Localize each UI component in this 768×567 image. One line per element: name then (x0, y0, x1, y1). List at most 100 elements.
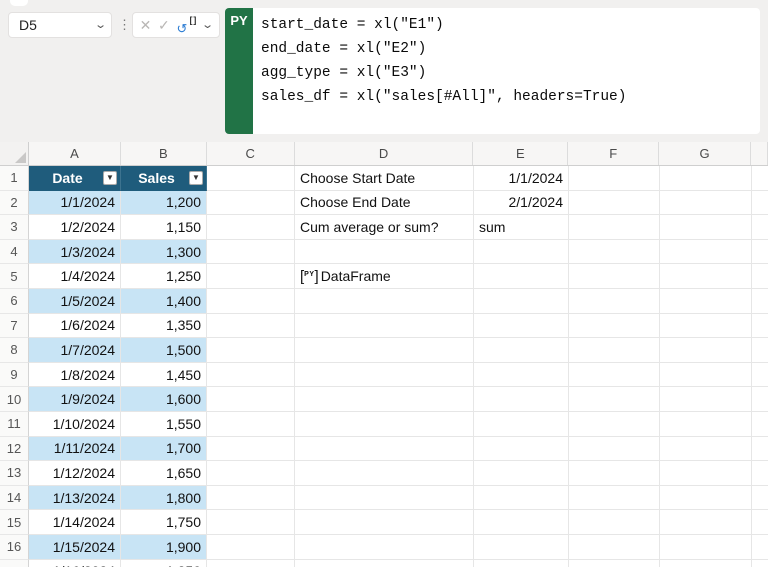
cell-G16[interactable] (660, 535, 752, 560)
cell-C9[interactable] (207, 363, 295, 388)
cell-H8[interactable] (752, 338, 768, 363)
cell-H5[interactable] (752, 264, 768, 289)
cell-H11[interactable] (752, 412, 768, 437)
cell-D14[interactable] (295, 486, 474, 511)
cell-D8[interactable] (295, 338, 474, 363)
cell-E10[interactable] (474, 387, 569, 412)
cell-D11[interactable] (295, 412, 474, 437)
cell-A9[interactable]: 1/8/2024 (29, 363, 121, 388)
table-header-date[interactable]: Date▼ (29, 166, 121, 191)
cell-F4[interactable] (569, 240, 660, 265)
cell-H4[interactable] (752, 240, 768, 265)
chevron-down-icon[interactable]: ⌄ (201, 20, 214, 31)
cell-A8[interactable]: 1/7/2024 (29, 338, 121, 363)
cell-A12[interactable]: 1/11/2024 (29, 437, 121, 462)
cell-G13[interactable] (660, 461, 752, 486)
cancel-icon[interactable]: ✕ (140, 18, 152, 32)
row-header-4[interactable]: 4 (0, 240, 29, 265)
cell-C14[interactable] (207, 486, 295, 511)
formula-code-editor[interactable]: start_date = xl("E1") end_date = xl("E2"… (253, 8, 760, 134)
row-header-2[interactable]: 2 (0, 191, 29, 216)
enter-icon[interactable]: ✓ (158, 18, 170, 32)
row-header-7[interactable]: 7 (0, 314, 29, 339)
date-filter-button[interactable]: ▼ (103, 171, 117, 185)
cell-C5[interactable] (207, 264, 295, 289)
cell-C7[interactable] (207, 314, 295, 339)
cell-D17[interactable] (295, 560, 474, 567)
chevron-down-icon[interactable]: ⌄ (94, 20, 107, 31)
insert-python-object-icon[interactable]: ↺ [] (176, 16, 196, 34)
cell-F16[interactable] (569, 535, 660, 560)
cell-E11[interactable] (474, 412, 569, 437)
cell-E15[interactable] (474, 510, 569, 535)
cell-G11[interactable] (660, 412, 752, 437)
cell-H16[interactable] (752, 535, 768, 560)
cell-F11[interactable] (569, 412, 660, 437)
cell-D16[interactable] (295, 535, 474, 560)
cell-E6[interactable] (474, 289, 569, 314)
select-all-corner[interactable] (0, 142, 29, 165)
cell-E17[interactable] (474, 560, 569, 567)
cell-B17[interactable]: 1,850 (121, 560, 207, 567)
cell-E3[interactable]: sum (474, 215, 569, 240)
row-header-10[interactable]: 10 (0, 387, 29, 412)
sales-filter-button[interactable]: ▼ (189, 171, 203, 185)
cell-B13[interactable]: 1,650 (121, 461, 207, 486)
cell-G6[interactable] (660, 289, 752, 314)
cell-H12[interactable] (752, 437, 768, 462)
row-header-9[interactable]: 9 (0, 363, 29, 388)
cell-B3[interactable]: 1,150 (121, 215, 207, 240)
row-header-12[interactable]: 12 (0, 437, 29, 462)
cell-D3[interactable]: Cum average or sum? (295, 215, 474, 240)
cell-H15[interactable] (752, 510, 768, 535)
cell-B9[interactable]: 1,450 (121, 363, 207, 388)
column-header-C[interactable]: C (207, 142, 295, 165)
cell-A10[interactable]: 1/9/2024 (29, 387, 121, 412)
cell-F8[interactable] (569, 338, 660, 363)
table-header-sales[interactable]: Sales▼ (121, 166, 207, 191)
cell-F13[interactable] (569, 461, 660, 486)
cell-B2[interactable]: 1,200 (121, 191, 207, 216)
cell-E1[interactable]: 1/1/2024 (474, 166, 569, 191)
cell-C4[interactable] (207, 240, 295, 265)
column-header-A[interactable]: A (29, 142, 121, 165)
column-header-F[interactable]: F (568, 142, 659, 165)
cell-E16[interactable] (474, 535, 569, 560)
cell-D1[interactable]: Choose Start Date (295, 166, 474, 191)
cell-F15[interactable] (569, 510, 660, 535)
cell-F9[interactable] (569, 363, 660, 388)
cell-F5[interactable] (569, 264, 660, 289)
cell-D6[interactable] (295, 289, 474, 314)
cell-A7[interactable]: 1/6/2024 (29, 314, 121, 339)
cell-H13[interactable] (752, 461, 768, 486)
cell-H17[interactable] (752, 560, 768, 567)
cell-H3[interactable] (752, 215, 768, 240)
cell-G12[interactable] (660, 437, 752, 462)
cell-C11[interactable] (207, 412, 295, 437)
cell-D13[interactable] (295, 461, 474, 486)
cell-G17[interactable] (660, 560, 752, 567)
column-header-G[interactable]: G (659, 142, 751, 165)
cell-H14[interactable] (752, 486, 768, 511)
cell-D7[interactable] (295, 314, 474, 339)
cell-B16[interactable]: 1,900 (121, 535, 207, 560)
cell-A13[interactable]: 1/12/2024 (29, 461, 121, 486)
cell-B7[interactable]: 1,350 (121, 314, 207, 339)
cell-F17[interactable] (569, 560, 660, 567)
cell-H10[interactable] (752, 387, 768, 412)
column-header-B[interactable]: B (121, 142, 207, 165)
cell-E12[interactable] (474, 437, 569, 462)
cell-B5[interactable]: 1,250 (121, 264, 207, 289)
row-header-14[interactable]: 14 (0, 486, 29, 511)
column-header-E[interactable]: E (473, 142, 568, 165)
cell-H9[interactable] (752, 363, 768, 388)
cell-C6[interactable] (207, 289, 295, 314)
cell-G1[interactable] (660, 166, 752, 191)
column-header-partial[interactable] (751, 142, 768, 165)
cell-D2[interactable]: Choose End Date (295, 191, 474, 216)
cell-C13[interactable] (207, 461, 295, 486)
cell-B12[interactable]: 1,700 (121, 437, 207, 462)
row-header-1[interactable]: 1 (0, 166, 29, 191)
cell-D5[interactable]: [PY]DataFrame (295, 264, 474, 289)
cell-G5[interactable] (660, 264, 752, 289)
